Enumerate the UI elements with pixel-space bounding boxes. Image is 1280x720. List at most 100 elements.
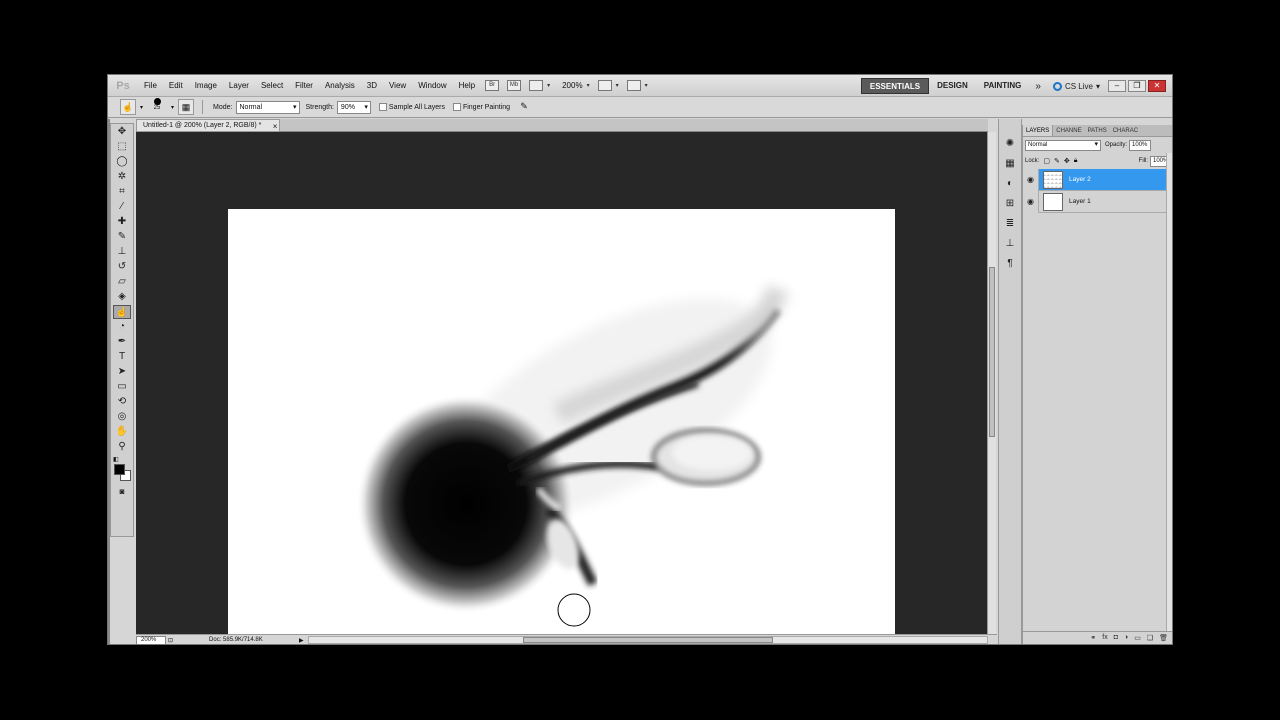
paragraph-icon[interactable]: ¶ xyxy=(1003,257,1017,271)
chevron-down-icon[interactable]: ▾ xyxy=(645,82,648,89)
smudge-icon[interactable]: ☝ xyxy=(113,305,131,319)
minimize-button[interactable]: – xyxy=(1108,80,1126,92)
type-icon[interactable]: T xyxy=(113,350,131,364)
brushes-icon[interactable]: ≣ xyxy=(1003,217,1017,231)
zoom-icon[interactable]: ⚲ xyxy=(113,440,131,454)
status-info-icon[interactable]: ⊡ xyxy=(168,637,173,644)
add-mask-icon[interactable]: ◘ xyxy=(1114,634,1118,641)
zoom-level-menu[interactable]: 200% xyxy=(562,81,582,90)
panel-scrollbar[interactable] xyxy=(1166,153,1172,631)
quick-select-icon[interactable]: ✲ xyxy=(113,170,131,184)
delete-layer-icon[interactable]: 🗑︎ xyxy=(1159,634,1168,642)
clone-source-icon[interactable]: ⊥ xyxy=(1003,237,1017,251)
chevron-down-icon[interactable]: ▾ xyxy=(587,82,590,89)
move-icon[interactable]: ✥ xyxy=(113,125,131,139)
menu-image[interactable]: Image xyxy=(189,81,223,90)
cs-live-menu[interactable]: CS Live ▾ xyxy=(1047,81,1106,91)
close-button[interactable]: ✕ xyxy=(1148,80,1166,92)
chevron-down-icon[interactable]: ▾ xyxy=(140,104,143,111)
brush-panel-toggle-icon[interactable]: ▦ xyxy=(178,99,195,115)
eraser-icon[interactable]: ▱ xyxy=(113,275,131,289)
tab-layers[interactable]: LAYERS xyxy=(1023,125,1054,136)
blend-mode-select[interactable]: Normal xyxy=(1025,139,1101,151)
clone-stamp-icon[interactable]: ⊥ xyxy=(113,245,131,259)
arrange-documents-icon[interactable] xyxy=(597,80,612,91)
adjustment-layer-icon[interactable]: ◑ xyxy=(1124,634,1128,641)
menu-layer[interactable]: Layer xyxy=(223,81,255,90)
foreground-color-swatch[interactable] xyxy=(114,464,125,475)
healing-brush-icon[interactable]: ✚ xyxy=(113,215,131,229)
tab-channels[interactable]: CHANNE xyxy=(1053,125,1084,136)
menu-3d[interactable]: 3D xyxy=(361,81,383,90)
menu-help[interactable]: Help xyxy=(453,81,481,90)
menu-filter[interactable]: Filter xyxy=(289,81,319,90)
status-menu-icon[interactable]: ▶ xyxy=(299,637,304,644)
pressure-icon[interactable]: ✎ xyxy=(516,99,532,115)
new-layer-icon[interactable]: ❑ xyxy=(1147,634,1153,642)
crop-icon[interactable]: ⌗ xyxy=(113,185,131,199)
marquee-icon[interactable]: ⬚ xyxy=(113,140,131,154)
eyedropper-icon[interactable]: ⁄ xyxy=(113,200,131,214)
workspace-painting[interactable]: PAINTING xyxy=(976,78,1030,94)
menu-select[interactable]: Select xyxy=(255,81,289,90)
more-workspaces-button[interactable]: » xyxy=(1029,81,1047,92)
menu-file[interactable]: File xyxy=(138,81,163,90)
scrollbar-thumb[interactable] xyxy=(523,637,773,643)
brush-preset-picker[interactable]: 25 xyxy=(147,98,167,116)
sample-all-layers-checkbox[interactable]: Sample All Layers xyxy=(378,103,445,111)
visibility-eye-icon[interactable]: ◉ xyxy=(1023,190,1039,213)
chevron-down-icon[interactable]: ▾ xyxy=(547,82,550,89)
default-colors-icon[interactable]: ◧ xyxy=(113,456,119,463)
menu-edit[interactable]: Edit xyxy=(163,81,189,90)
swatches-icon[interactable]: ▦ xyxy=(1003,157,1017,171)
layer-style-icon[interactable]: fx xyxy=(1102,634,1107,641)
mini-bridge-icon[interactable]: Mb xyxy=(507,80,522,91)
screen-mode-icon[interactable] xyxy=(626,80,641,91)
menu-analysis[interactable]: Analysis xyxy=(319,81,361,90)
restore-button[interactable]: ❐ xyxy=(1128,80,1146,92)
chevron-down-icon[interactable]: ▾ xyxy=(171,104,174,111)
smudge-tool-preset-icon[interactable]: ☝ xyxy=(120,99,136,115)
3d-rotate-icon[interactable]: ⟲ xyxy=(113,395,131,409)
strength-field[interactable]: 90% xyxy=(336,100,371,114)
finger-painting-checkbox[interactable]: Finger Painting xyxy=(452,103,510,111)
adjustments-icon[interactable]: ◐ xyxy=(1003,177,1017,191)
lock-pixels-icon[interactable]: ✎ xyxy=(1054,157,1060,165)
gradient-icon[interactable]: ◈ xyxy=(113,290,131,304)
menu-view[interactable]: View xyxy=(383,81,412,90)
pen-icon[interactable]: ✒ xyxy=(113,335,131,349)
document-tab[interactable]: Untitled-1 @ 200% (Layer 2, RGB/8) * × xyxy=(136,119,281,132)
tab-character[interactable]: CHARAC xyxy=(1110,125,1141,136)
canvas-area[interactable] xyxy=(136,132,987,634)
path-select-icon[interactable]: ➤ xyxy=(113,365,131,379)
layer-row[interactable]: ◉ Layer 2 xyxy=(1023,168,1166,191)
history-brush-icon[interactable]: ↺ xyxy=(113,260,131,274)
document-canvas[interactable] xyxy=(228,209,895,634)
scrollbar-thumb[interactable] xyxy=(989,267,995,437)
link-layers-icon[interactable]: ⚭ xyxy=(1090,634,1096,642)
color-icon[interactable]: ✺ xyxy=(1003,137,1017,151)
layer-row[interactable]: ◉ Layer 1 xyxy=(1023,190,1166,213)
new-group-icon[interactable]: ▭ xyxy=(1134,634,1141,642)
chevron-down-icon[interactable]: ▾ xyxy=(616,82,619,89)
vertical-scrollbar[interactable] xyxy=(987,132,996,634)
dodge-icon[interactable]: ◔ xyxy=(113,320,131,334)
bridge-icon[interactable]: Br xyxy=(485,80,500,91)
close-icon[interactable]: × xyxy=(273,121,278,132)
shape-icon[interactable]: ▭ xyxy=(113,380,131,394)
lasso-icon[interactable]: ◯ xyxy=(113,155,131,169)
menu-window[interactable]: Window xyxy=(412,81,452,90)
lock-position-icon[interactable]: ✥ xyxy=(1064,157,1070,165)
lock-transparency-icon[interactable]: ▢ xyxy=(1043,157,1050,165)
hand-icon[interactable]: ✋ xyxy=(113,425,131,439)
lock-all-icon[interactable]: 🔒︎ xyxy=(1074,157,1078,165)
quick-mask-icon[interactable]: ◙ xyxy=(113,485,131,499)
mode-select[interactable]: Normal xyxy=(235,100,300,114)
workspace-design[interactable]: DESIGN xyxy=(929,78,976,94)
workspace-essentials[interactable]: ESSENTIALS xyxy=(860,78,930,94)
masks-icon[interactable]: ⊞ xyxy=(1003,197,1017,211)
brush-icon[interactable]: ✎ xyxy=(113,230,131,244)
horizontal-scrollbar[interactable] xyxy=(308,636,988,644)
tab-paths[interactable]: PATHS xyxy=(1085,125,1110,136)
extras-icon[interactable] xyxy=(529,80,544,91)
